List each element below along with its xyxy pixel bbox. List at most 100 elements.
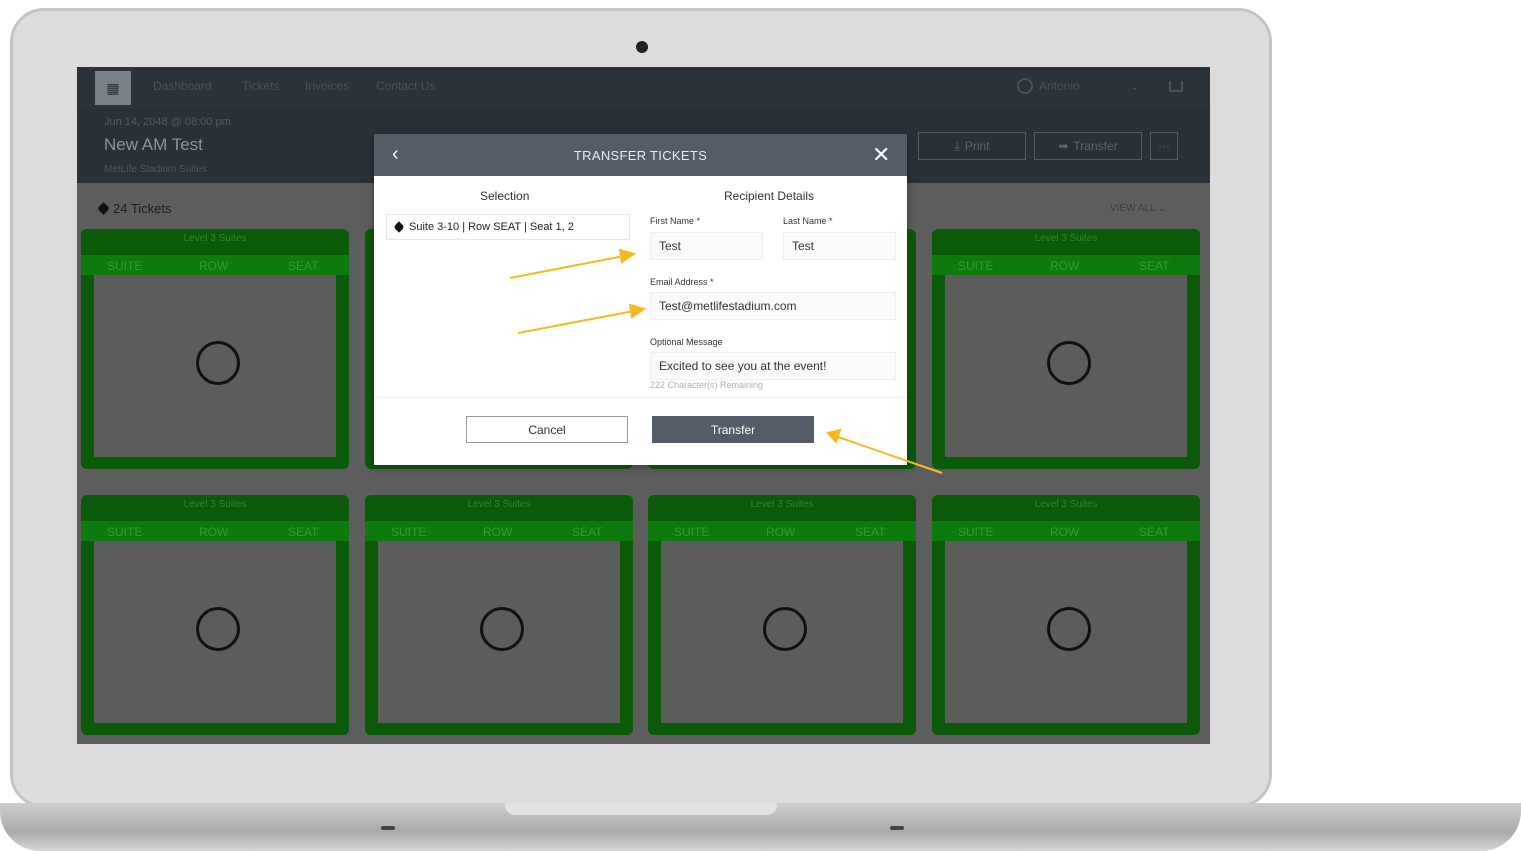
col-seat: SEAT: [288, 525, 319, 539]
col-row: ROW: [199, 525, 229, 539]
col-row: ROW: [199, 259, 229, 273]
laptop-foot: [890, 826, 904, 830]
transfer-header-button[interactable]: ➡ Transfer: [1034, 132, 1142, 160]
ticket-card[interactable]: Level 3 Suites SUITE ROW SEAT: [81, 229, 349, 469]
first-name-label: First Name *: [650, 216, 701, 226]
print-label: Print: [964, 139, 990, 153]
selection-title: Selection: [480, 189, 530, 203]
laptop-notch: [505, 803, 777, 815]
selected-ticket-item[interactable]: Suite 3-10 | Row SEAT | Seat 1, 2: [386, 214, 630, 240]
card-level: Level 3 Suites: [750, 499, 814, 510]
col-seat: SEAT: [572, 525, 603, 539]
chevron-down-icon: ⌄: [1129, 79, 1140, 93]
card-body: [661, 541, 903, 723]
print-button[interactable]: ⤓ Print: [918, 132, 1026, 160]
close-icon[interactable]: ✕: [872, 142, 890, 168]
col-row: ROW: [766, 525, 796, 539]
card-body: [378, 541, 620, 723]
col-suite: SUITE: [674, 525, 710, 539]
transfer-button[interactable]: Transfer: [652, 416, 814, 443]
circle-icon: [480, 607, 524, 651]
card-body: [94, 541, 336, 723]
circle-icon: [196, 607, 240, 651]
message-label: Optional Message: [650, 337, 723, 347]
col-row: ROW: [1050, 525, 1080, 539]
col-row: ROW: [1050, 259, 1080, 273]
circle-icon: [196, 341, 240, 385]
laptop-foot: [381, 826, 395, 830]
ticket-tag-icon: [393, 221, 405, 233]
col-seat: SEAT: [1139, 525, 1170, 539]
ticket-card[interactable]: Level 3 Suites SUITE ROW SEAT: [932, 229, 1200, 469]
email-label: Email Address *: [650, 277, 714, 287]
card-level: Level 3 Suites: [1034, 499, 1098, 510]
transfer-tickets-modal: ‹ TRANSFER TICKETS ✕ Selection Recipient…: [374, 134, 907, 465]
nav-tickets[interactable]: Tickets: [242, 79, 280, 93]
event-venue: MetLife Stadium Suites: [104, 164, 207, 175]
user-name: Antonio: [1039, 79, 1080, 93]
card-columns: SUITE ROW SEAT: [81, 521, 349, 541]
card-level: Level 3 Suites: [183, 499, 247, 510]
col-suite: SUITE: [958, 525, 994, 539]
card-level: Level 3 Suites: [183, 233, 247, 244]
card-columns: SUITE ROW SEAT: [81, 255, 349, 275]
tickets-count: 24 Tickets: [97, 201, 172, 216]
logo-icon[interactable]: ▦: [95, 71, 131, 105]
col-seat: SEAT: [855, 525, 886, 539]
tickets-count-label: 24 Tickets: [113, 201, 172, 216]
card-columns: SUITE ROW SEAT: [365, 521, 633, 541]
nav-invoices[interactable]: Invoices: [305, 79, 349, 93]
event-date: Jun 14, 2048 @ 08:00 pm: [104, 116, 231, 128]
card-level: Level 3 Suites: [1034, 233, 1098, 244]
ticket-card[interactable]: Level 3 Suites SUITE ROW SEAT: [932, 495, 1200, 735]
card-body: [945, 275, 1187, 457]
card-columns: SUITE ROW SEAT: [932, 255, 1200, 275]
last-name-field[interactable]: [783, 232, 896, 260]
nav-contact-us[interactable]: Contact Us: [376, 79, 435, 93]
card-columns: SUITE ROW SEAT: [932, 521, 1200, 541]
card-columns: SUITE ROW SEAT: [648, 521, 916, 541]
modal-divider: [374, 397, 907, 398]
card-body: [94, 275, 336, 457]
ticket-card[interactable]: Level 3 Suites SUITE ROW SEAT: [365, 495, 633, 735]
selected-ticket-label: Suite 3-10 | Row SEAT | Seat 1, 2: [409, 221, 574, 233]
view-all-link[interactable]: VIEW ALL ⌄: [1110, 203, 1166, 214]
ticket-card[interactable]: Level 3 Suites SUITE ROW SEAT: [81, 495, 349, 735]
circle-icon: [1047, 341, 1091, 385]
modal-title: TRANSFER TICKETS: [573, 148, 708, 163]
circle-icon: [1047, 607, 1091, 651]
modal-header: ‹ TRANSFER TICKETS ✕: [374, 134, 907, 176]
message-field[interactable]: [650, 352, 896, 380]
view-all-label: VIEW ALL: [1110, 203, 1156, 214]
arrow-right-icon: ➡: [1058, 139, 1069, 153]
circle-icon: [763, 607, 807, 651]
card-level: Level 3 Suites: [467, 499, 531, 510]
col-suite: SUITE: [958, 259, 994, 273]
col-seat: SEAT: [288, 259, 319, 273]
card-body: [945, 541, 1187, 723]
chars-remaining: 222 Character(s) Remaining: [650, 380, 764, 390]
ticket-tag-icon: [97, 202, 110, 215]
ticket-card[interactable]: Level 3 Suites SUITE ROW SEAT: [648, 495, 916, 735]
cancel-button[interactable]: Cancel: [466, 416, 628, 443]
col-suite: SUITE: [391, 525, 427, 539]
nav-dashboard[interactable]: Dashboard: [153, 79, 212, 93]
first-name-field[interactable]: [650, 232, 763, 260]
recipient-title: Recipient Details: [724, 189, 815, 203]
top-nav: ▦ Dashboard Tickets Invoices Contact Us …: [77, 67, 1210, 109]
col-suite: SUITE: [107, 525, 143, 539]
app-screen: ▦ Dashboard Tickets Invoices Contact Us …: [77, 67, 1210, 744]
email-field[interactable]: [650, 292, 896, 320]
col-seat: SEAT: [1139, 259, 1170, 273]
col-row: ROW: [483, 525, 513, 539]
download-icon: ⤓: [954, 138, 960, 153]
col-suite: SUITE: [107, 259, 143, 273]
camera-icon: [636, 41, 648, 53]
more-button[interactable]: ···: [1150, 132, 1178, 160]
transfer-header-label: Transfer: [1073, 139, 1118, 153]
last-name-label: Last Name *: [783, 216, 833, 226]
user-icon: [1017, 78, 1033, 94]
event-title: New AM Test: [104, 135, 203, 154]
user-menu[interactable]: Antonio ⌄: [1017, 78, 1140, 94]
cart-icon[interactable]: [1169, 81, 1183, 92]
